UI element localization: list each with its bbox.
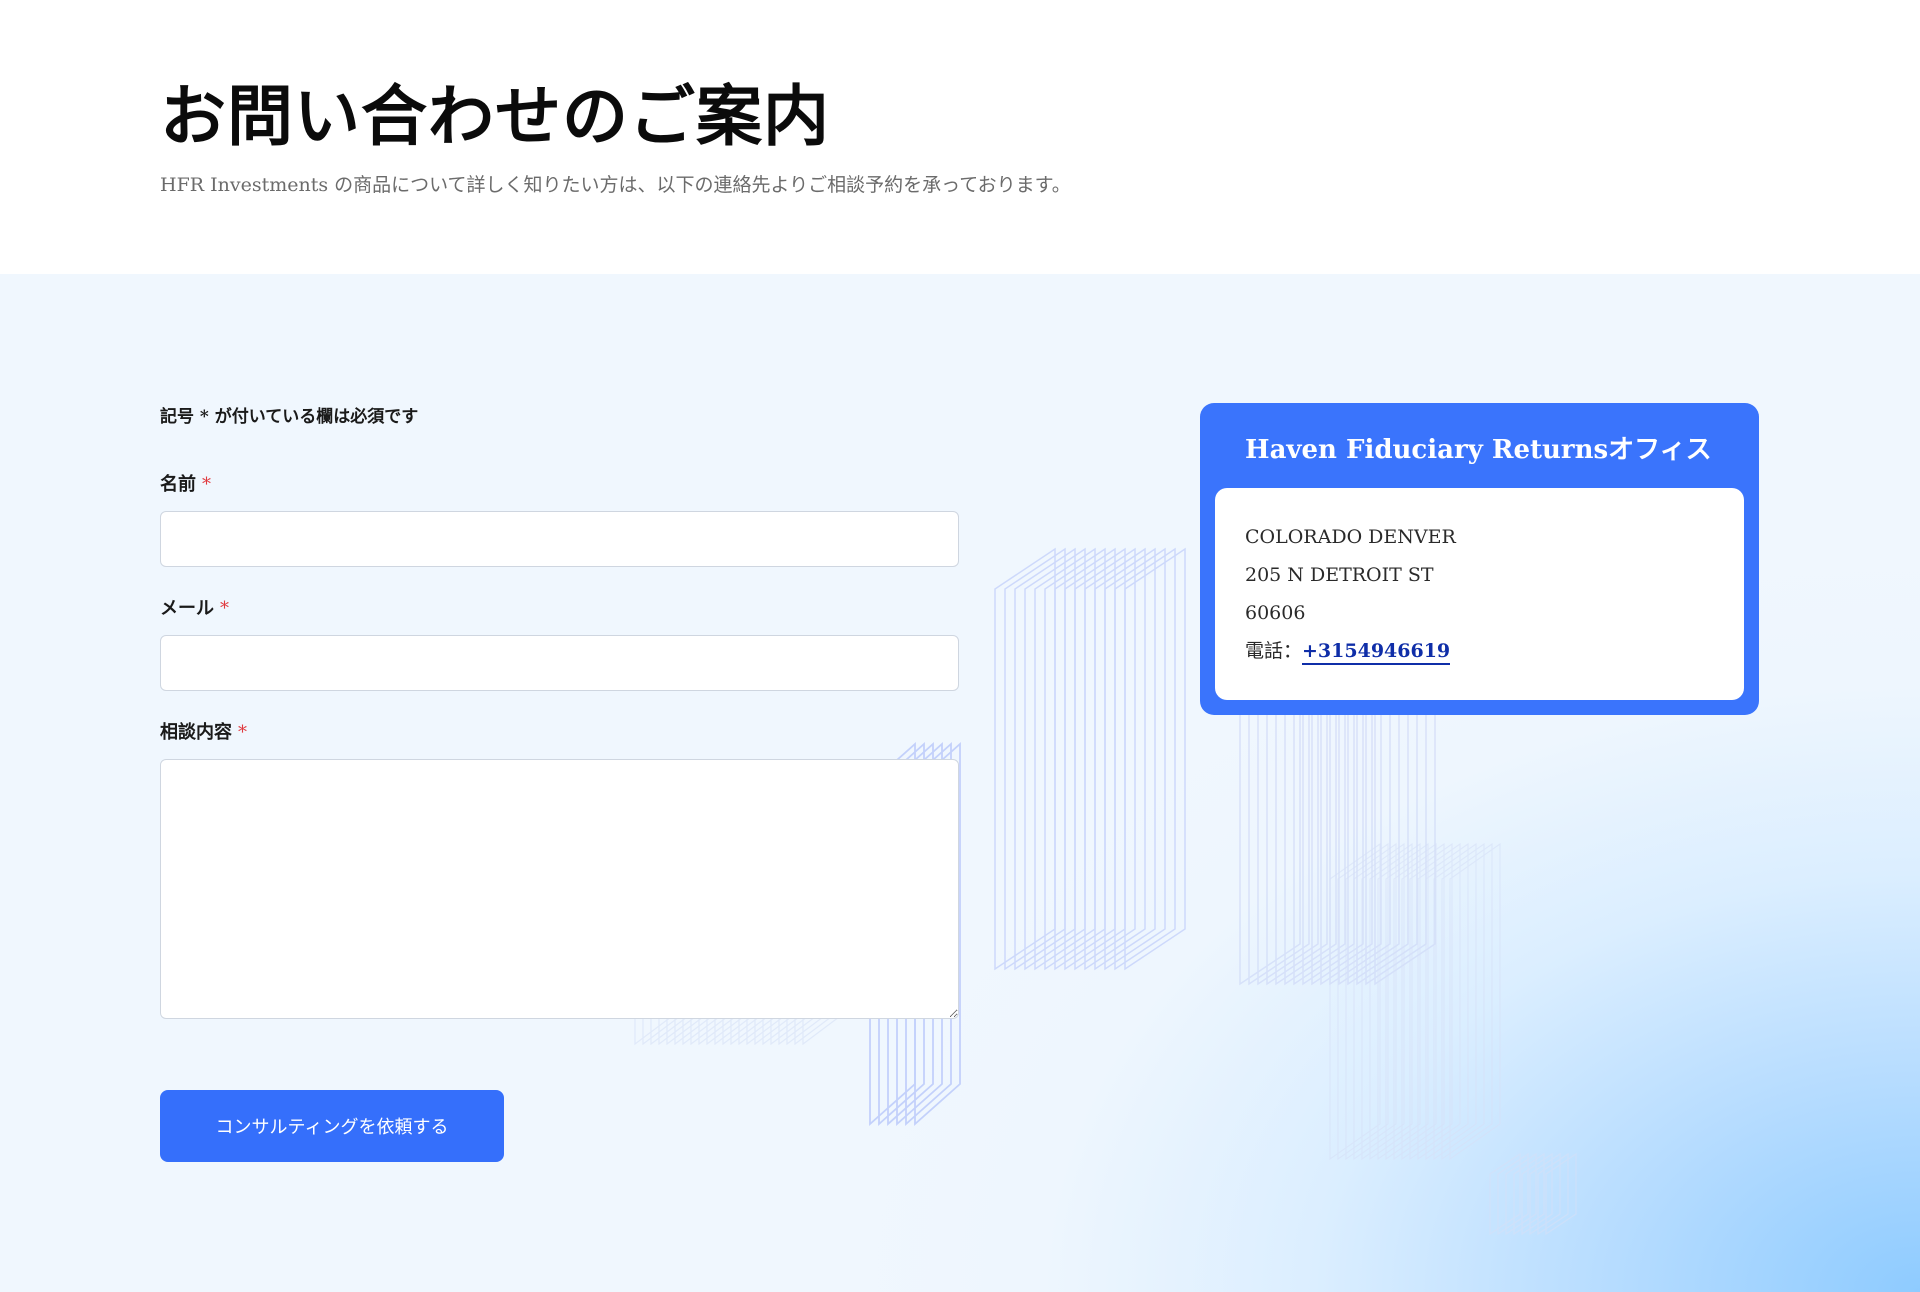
- contact-section: 記号 * が付いている欄は必須です 名前 * メール * 相談内容 * コンサルティン…: [0, 274, 1920, 1292]
- name-label: 名前 *: [160, 470, 211, 496]
- email-label: メール *: [160, 594, 229, 620]
- message-label-text: 相談内容: [160, 722, 232, 743]
- page-hero: お問い合わせのご案内 HFR Investments の商品について詳しく知りた…: [0, 0, 1920, 274]
- email-input[interactable]: [160, 635, 959, 691]
- office-address-line2: 205 N DETROIT ST: [1245, 564, 1434, 586]
- request-consulting-button[interactable]: コンサルティングを依頼する: [160, 1090, 504, 1162]
- message-label: 相談内容 *: [160, 718, 247, 744]
- office-address-line1: COLORADO DENVER: [1245, 526, 1456, 548]
- required-fields-note: 記号 * が付いている欄は必須です: [160, 407, 419, 427]
- page-subtitle: HFR Investments の商品について詳しく知りたい方は、以下の連絡先よ…: [160, 174, 1071, 196]
- phone-link[interactable]: +3154946619: [1302, 640, 1451, 665]
- phone-label: 電話：: [1245, 640, 1303, 662]
- required-asterisk: *: [220, 598, 229, 619]
- office-details: COLORADO DENVER 205 N DETROIT ST 60606 電…: [1215, 488, 1744, 700]
- office-card: Haven Fiduciary Returnsオフィス COLORADO DEN…: [1200, 403, 1759, 715]
- required-asterisk: *: [202, 474, 211, 495]
- page-title: お問い合わせのご案内: [160, 77, 830, 155]
- required-asterisk: *: [238, 722, 247, 743]
- office-postal-code: 60606: [1245, 602, 1306, 624]
- office-phone: 電話：+3154946619: [1245, 638, 1744, 676]
- office-title: Haven Fiduciary Returnsオフィス: [1245, 435, 1712, 465]
- name-label-text: 名前: [160, 474, 196, 495]
- name-input[interactable]: [160, 511, 959, 567]
- email-label-text: メール: [160, 598, 214, 619]
- message-textarea[interactable]: [160, 759, 959, 1019]
